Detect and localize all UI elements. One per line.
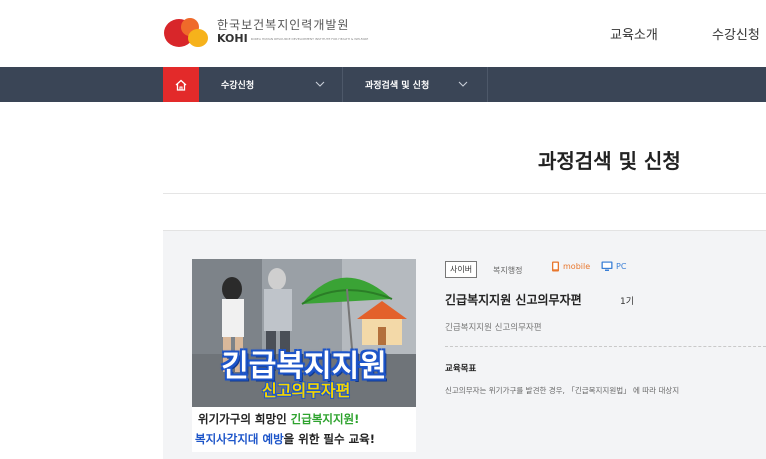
pc-label: PC	[616, 262, 627, 271]
kohi-logo[interactable]: 한국보건복지인력개발원 KOHI KOREA HUMAN RESOURCE DEV…	[163, 12, 368, 52]
org-name-en: KOREA HUMAN RESOURCE DEVELOPMENT INSTITU…	[250, 37, 369, 41]
course-subtitle: 긴급복지지원 신고의무자편	[445, 323, 542, 333]
course-card[interactable]: 긴급복지지원 신고의무자편 위기가구의 희망인 긴급복지지원! 복지사각지대 예…	[163, 230, 766, 459]
mobile-icon	[552, 261, 559, 272]
objective-text: 신고의무자는 위기가구를 발견한 경우, 「긴급복지지원법」 에 따라 대상지	[445, 386, 680, 395]
thumbnail-caption-line1: 위기가구의 희망인 긴급복지지원!	[198, 411, 359, 427]
gnb-registration-label: 수강신청	[221, 81, 255, 91]
chevron-down-icon	[458, 81, 468, 87]
course-category: 복지행정	[493, 266, 523, 275]
gnb-registration-menu[interactable]: 수강신청	[199, 67, 343, 102]
section-divider	[445, 346, 766, 347]
topnav-registration[interactable]: 수강신청	[712, 24, 760, 43]
mobile-label: mobile	[563, 262, 591, 271]
objective-label: 교육목표	[445, 364, 477, 374]
course-round: 1기	[620, 297, 635, 307]
course-title[interactable]: 긴급복지지원 신고의무자편	[445, 291, 582, 308]
site-header: 한국보건복지인력개발원 KOHI KOREA HUMAN RESOURCE DEV…	[0, 0, 766, 67]
caption-line2-blue: 복지사각지대 예방	[195, 432, 284, 446]
course-thumbnail[interactable]: 긴급복지지원 신고의무자편 위기가구의 희망인 긴급복지지원! 복지사각지대 예…	[192, 259, 416, 452]
mobile-support: mobile	[551, 261, 590, 272]
chevron-down-icon	[315, 81, 325, 87]
logo-mark-icon	[164, 18, 208, 47]
org-abbr-text: KOHI	[217, 32, 248, 45]
gnb-course-search-label: 과정검색 및 신청	[365, 81, 430, 91]
topnav-edu-intro[interactable]: 교육소개	[610, 24, 658, 43]
global-nav-bar: 수강신청 과정검색 및 신청	[0, 67, 766, 102]
pc-icon	[601, 261, 613, 271]
title-divider	[163, 193, 766, 194]
caption-line1-prefix: 위기가구의 희망인	[198, 412, 291, 426]
thumbnail-subheadline: 신고의무자편	[262, 381, 351, 400]
pc-support: PC	[601, 261, 626, 272]
gnb-course-search-menu[interactable]: 과정검색 및 신청	[343, 67, 488, 102]
caption-line1-highlight: 긴급복지지원!	[290, 412, 360, 426]
page-title: 과정검색 및 신청	[538, 149, 681, 173]
course-type-badge: 사이버	[445, 261, 478, 278]
home-button[interactable]	[163, 67, 199, 102]
thumbnail-caption-line2: 복지사각지대 예방을 위한 필수 교육!	[195, 431, 375, 447]
org-name-kr: 한국보건복지인력개발원	[217, 18, 350, 32]
org-abbr: KOHI KOREA HUMAN RESOURCE DEVELOPMENT INS…	[217, 32, 368, 45]
home-icon	[175, 79, 187, 91]
caption-line2-rest: 을 위한 필수 교육!	[283, 432, 375, 446]
